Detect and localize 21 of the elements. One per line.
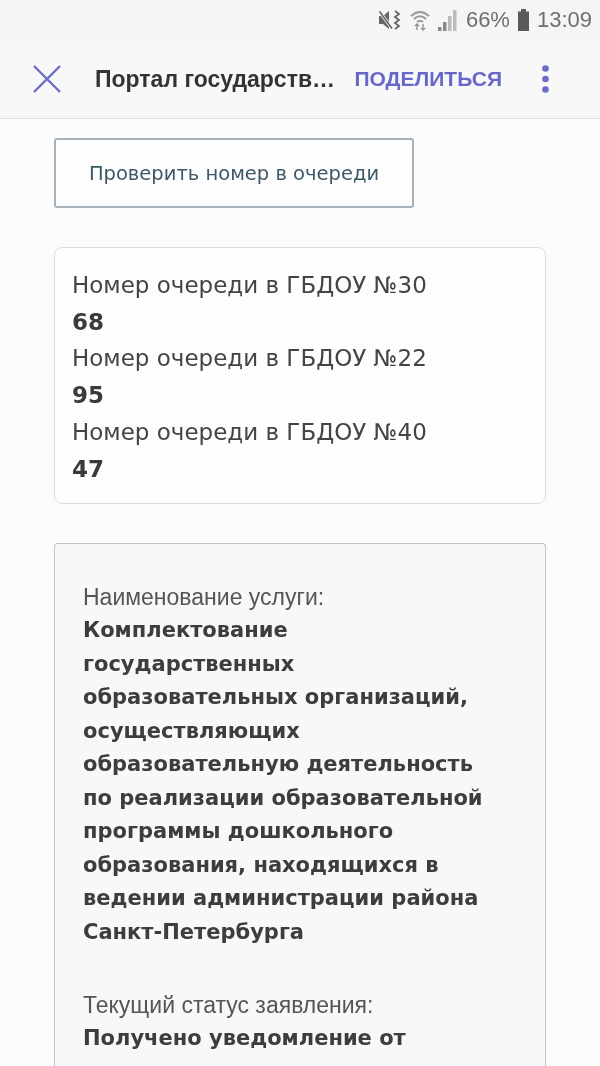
check-queue-button[interactable]: Проверить номер в очереди — [54, 138, 414, 208]
signal-icon — [437, 9, 458, 31]
queue-label: Номер очереди в ГБДОУ №30 — [72, 271, 428, 300]
wifi-icon — [409, 9, 430, 31]
field-label: Наименование услуги: — [83, 583, 325, 613]
queue-number: 95 — [72, 381, 104, 411]
field-value: Комплектование государственных образовательных организаций, осуществляющих образовательную деятельность по реализации образовательной программы дошкольного образования, находящихся в ведении администрации района Санкт-Петербурга — [83, 617, 484, 946]
queue-label: Номер очереди в ГБДОУ №22 — [72, 344, 428, 374]
vibrate-mute-icon — [377, 9, 402, 31]
share-button[interactable]: ПОДЕЛИТЬСЯ — [354, 67, 502, 91]
queue-number: 47 — [72, 454, 104, 484]
queue-label: Номер очереди в ГБДОУ №40 — [72, 417, 428, 447]
close-icon[interactable] — [33, 65, 61, 93]
battery-percent: 66% — [465, 7, 510, 33]
more-menu-icon[interactable] — [542, 65, 549, 93]
field-value: Получено уведомление от — [83, 1025, 406, 1053]
page-title: Портал государств… — [95, 65, 337, 93]
field-label: Текущий статус заявления: — [83, 991, 374, 1021]
battery-icon — [517, 9, 529, 31]
queue-number: 68 — [72, 307, 104, 337]
clock-time: 13:09 — [536, 7, 592, 33]
